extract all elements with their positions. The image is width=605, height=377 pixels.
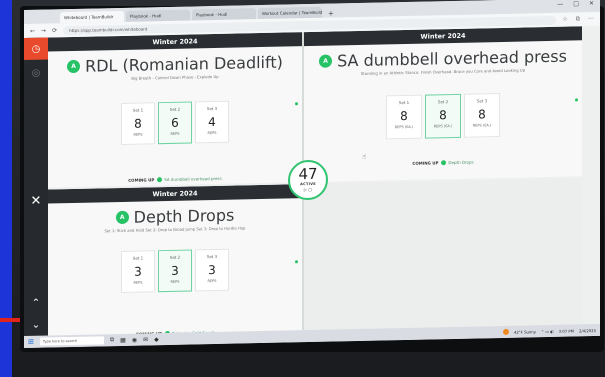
timer-label: ACTIVE: [300, 181, 316, 187]
screen: Whiteboard | TeamBuildr Playbook - Hudl …: [24, 0, 600, 349]
clock-date[interactable]: 2/4/2025: [579, 328, 596, 333]
exercise-badge: A: [115, 210, 129, 225]
red-floor-line: [0, 318, 22, 322]
toolbar-icons: ☆ ⧉ ⋯: [562, 15, 594, 24]
set-label: Set 1: [132, 255, 144, 261]
exercise-panel: Winter 2024 A Depth Drops Set 1: Stick a…: [48, 184, 302, 342]
set-card: Set 3 3 REPS: [195, 248, 229, 292]
exercise-panel: Winter 2024 A RDL (Romanian Deadlift) Bi…: [48, 32, 302, 188]
exercise-panel: Winter 2024 A SA dumbbell overhead press…: [304, 26, 582, 183]
sets-row: Set 1 3 REPS Set 2 3 REPS Set 3 3 REPS: [48, 247, 302, 294]
set-card-current: Set 2 3 REPS: [158, 249, 192, 293]
set-card: Set 3 4 REPS: [195, 100, 229, 144]
photo-background: Whiteboard | TeamBuildr Playbook - Hudl …: [0, 0, 605, 377]
set-reps: 6: [171, 115, 179, 130]
set-label: Set 2: [169, 106, 181, 112]
set-label: Set 2: [169, 254, 181, 260]
set-reps: 4: [208, 114, 216, 130]
coming-up-exercise: SA dumbbell overhead press: [164, 175, 222, 182]
empty-panel: [304, 178, 582, 337]
windows-start-icon[interactable]: ⊞: [28, 338, 34, 346]
close-window-icon[interactable]: ✕: [589, 0, 594, 7]
file-explorer-icon[interactable]: ▦: [120, 336, 126, 343]
set-reps: 8: [478, 107, 486, 122]
set-card: Set 1 8 REPS (EA.): [386, 94, 422, 140]
exercise-badge: A: [67, 59, 81, 74]
set-unit: REPS: [133, 280, 143, 285]
coming-up-label: COMING UP: [412, 159, 439, 166]
exercise-badge: A: [319, 54, 333, 68]
set-label: Set 3: [476, 98, 488, 104]
forward-icon[interactable]: →: [41, 27, 46, 34]
set-card: Set 1 3 REPS: [121, 250, 155, 293]
back-icon[interactable]: ←: [30, 27, 35, 34]
chevron-down-icon[interactable]: ⌄: [24, 313, 48, 336]
set-label: Set 2: [437, 99, 449, 105]
set-reps: 8: [439, 108, 447, 123]
coming-up-label: COMING UP: [128, 176, 155, 183]
weather-icon: [502, 328, 509, 335]
set-unit: REPS (EA.): [472, 123, 492, 128]
tv-monitor: Whiteboard | TeamBuildr Playbook - Hudl …: [20, 0, 604, 352]
set-label: Set 1: [398, 99, 410, 106]
timer-icon[interactable]: ◷: [24, 37, 48, 60]
status-dot: [157, 177, 163, 183]
set-unit: REPS: [207, 278, 217, 284]
set-card: Set 3 8 REPS (EA.): [464, 93, 500, 138]
reload-icon[interactable]: ⟳: [52, 27, 57, 34]
timer-controls[interactable]: ▷ ▢: [290, 187, 326, 193]
sets-row: Set 1 8 REPS (EA.) Set 2 8 REPS (EA.) Se…: [304, 91, 582, 141]
minimize-icon[interactable]: —: [557, 1, 563, 8]
season-header: Winter 2024: [48, 184, 302, 204]
set-unit: REPS: [170, 131, 180, 136]
set-card-current: Set 2 8 REPS (EA.): [425, 93, 461, 139]
chevron-up-icon[interactable]: ⌃: [24, 291, 48, 314]
set-reps: 8: [134, 116, 142, 131]
set-label: Set 3: [206, 253, 218, 260]
target-icon[interactable]: ◎: [24, 61, 48, 84]
task-view-icon[interactable]: ⧉: [110, 336, 114, 344]
mail-icon[interactable]: ✉: [143, 336, 148, 343]
collections-icon[interactable]: ⧉: [576, 15, 580, 23]
close-icon[interactable]: ✕: [24, 189, 48, 212]
exercise-title: Depth Drops: [133, 205, 235, 227]
mouse-cursor-icon: ☝: [362, 152, 367, 161]
window-controls: — □ ✕: [557, 0, 594, 8]
app-icon[interactable]: ◆: [154, 336, 159, 343]
set-label: Set 1: [132, 107, 144, 113]
tray-icons[interactable]: ⌃ ▭ ◖): [541, 328, 554, 333]
set-unit: REPS: [207, 130, 217, 136]
taskbar-search-input[interactable]: Type here to search: [39, 336, 104, 346]
set-unit: REPS (EA.): [394, 124, 414, 130]
set-reps: 3: [208, 262, 216, 278]
set-card: Set 1 8 REPS: [121, 102, 155, 145]
set-reps: 3: [134, 264, 142, 279]
weather-text[interactable]: 42°F Sunny: [514, 329, 536, 334]
maximize-icon[interactable]: □: [573, 0, 579, 7]
clock-time[interactable]: 3:07 PM: [559, 328, 574, 333]
browser-icon[interactable]: ◉: [132, 336, 137, 343]
set-unit: REPS: [133, 132, 143, 137]
system-tray: 42°F Sunny ⌃ ▭ ◖) 3:07 PM 2/4/2025: [502, 327, 596, 335]
whiteboard-grid: Winter 2024 A RDL (Romanian Deadlift) Bi…: [48, 26, 600, 342]
sets-row: Set 1 8 REPS Set 2 6 REPS Set 3 4 REPS: [48, 99, 302, 146]
timer-value: 47: [298, 164, 318, 184]
set-unit: REPS: [170, 279, 180, 284]
coming-up: COMING UP SA dumbbell overhead press: [48, 174, 302, 185]
set-unit: REPS (EA.): [433, 124, 453, 129]
sidebar: ◷ ◎ ✕ ⌃ ⌄: [24, 37, 48, 342]
set-label: Set 3: [206, 105, 218, 112]
more-icon[interactable]: ⋯: [588, 15, 594, 23]
set-card-current: Set 2 6 REPS: [158, 101, 192, 145]
favorite-icon[interactable]: ☆: [562, 16, 567, 24]
set-reps: 3: [171, 263, 179, 278]
coming-up-exercise: Depth Drops: [448, 159, 474, 165]
status-dot: [441, 160, 447, 166]
coming-up: COMING UP Depth Drops: [304, 157, 582, 168]
set-reps: 8: [400, 108, 408, 124]
